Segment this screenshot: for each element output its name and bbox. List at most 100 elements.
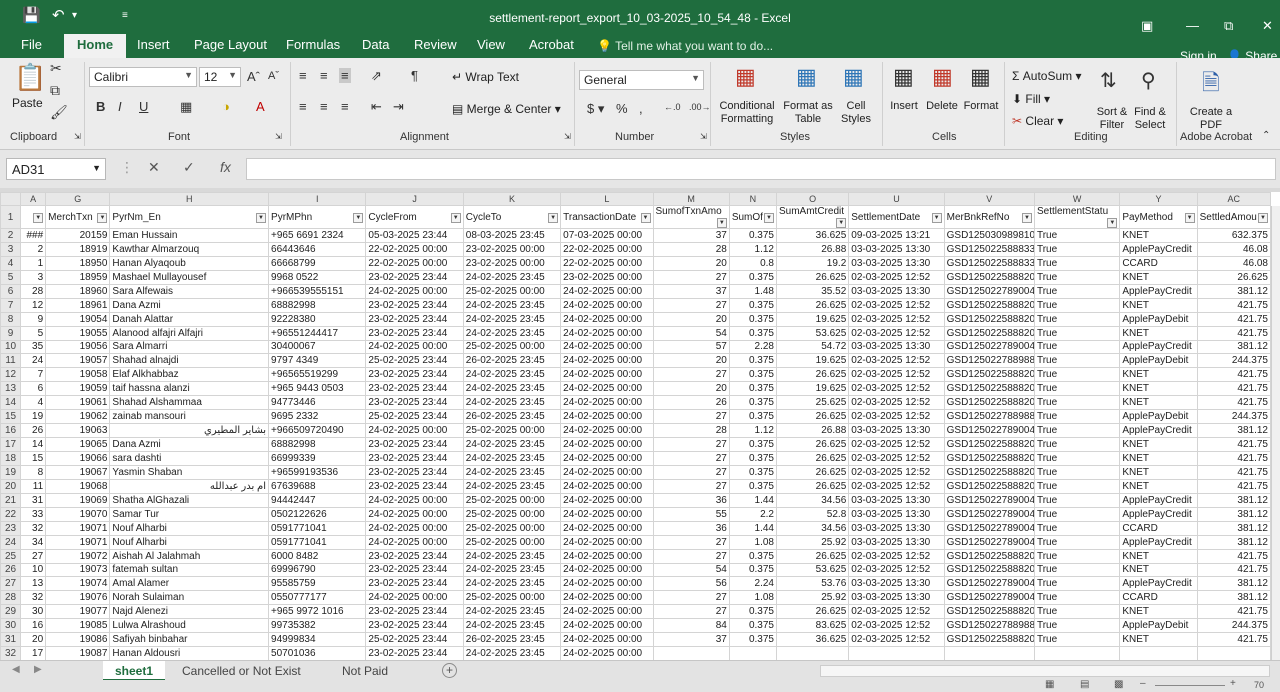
sheet-tab-sheet1[interactable]: sheet1 [103,661,166,681]
table-cell[interactable]: Danah Alattar [109,311,270,327]
table-cell[interactable]: 27 [652,464,730,480]
table-cell[interactable]: GSD1250225888201 [943,604,1035,620]
row-header[interactable]: 22 [0,506,22,522]
table-cell[interactable]: 28 [652,241,730,257]
table-cell[interactable]: 03-03-2025 13:30 [848,492,945,508]
table-cell[interactable]: 23-02-2025 23:44 [365,325,464,341]
table-cell[interactable]: 9 [20,311,47,327]
table-cell[interactable]: 23-02-2025 23:44 [365,562,464,578]
add-sheet-icon[interactable]: + [442,663,457,678]
tab-formulas[interactable]: Formulas [286,37,340,52]
row-header[interactable]: 21 [0,492,22,508]
table-cell[interactable]: 25.92 [775,590,850,606]
table-cell[interactable]: Najd Alenezi [109,604,270,620]
filter-dropdown-icon[interactable]: ▼ [1184,212,1195,223]
table-cell[interactable]: True [1033,409,1121,425]
table-cell[interactable]: 34 [20,534,47,550]
table-cell[interactable]: GSD1250227890049 [943,283,1035,299]
table-cell[interactable]: 23-02-2025 23:44 [365,618,464,634]
table-cell[interactable]: 2.2 [728,506,777,522]
table-cell[interactable]: True [1033,632,1121,648]
table-cell[interactable]: 5 [20,325,47,341]
table-cell[interactable]: 24-02-2025 00:00 [560,618,654,634]
table-cell[interactable]: 26 [20,423,47,439]
comma-icon[interactable]: , [639,101,643,116]
header-cell[interactable]: CycleTo ▼ [462,205,562,229]
tab-view[interactable]: View [477,37,505,52]
row-header[interactable]: 10 [0,339,22,355]
row-header[interactable]: 27 [0,576,22,592]
table-cell[interactable]: 02-03-2025 12:52 [848,381,945,397]
table-cell[interactable]: 20 [652,353,730,369]
table-cell[interactable]: 50701036 [268,646,367,660]
table-cell[interactable]: True [1033,269,1121,285]
table-cell[interactable]: 19068 [45,478,111,494]
table-cell[interactable]: 19071 [45,520,111,536]
table-cell[interactable]: +965 9972 1016 [268,604,367,620]
table-cell[interactable]: 23-02-2025 23:44 [365,548,464,564]
increase-decimal-icon[interactable]: ←.0 [664,102,681,112]
table-cell[interactable]: 46.08 [1196,255,1272,271]
table-cell[interactable]: 19074 [45,576,111,592]
table-cell[interactable]: 0.375 [728,228,777,243]
table-cell[interactable]: GSD1250225888338 [943,255,1035,271]
table-cell[interactable]: 8 [20,464,47,480]
row-header[interactable]: 4 [0,255,22,271]
table-cell[interactable]: 30400067 [268,339,367,355]
table-cell[interactable]: 26.88 [775,423,850,439]
table-cell[interactable]: True [1033,562,1121,578]
table-cell[interactable]: 421.75 [1196,367,1272,383]
table-cell[interactable]: Nouf Alharbi [109,520,270,536]
percent-icon[interactable]: % [616,101,628,116]
table-cell[interactable]: 35.52 [775,283,850,299]
table-cell[interactable]: 07-03-2025 00:00 [560,228,654,243]
table-cell[interactable] [775,646,850,660]
header-cell[interactable]: CycleFrom ▼ [365,205,464,229]
row-header[interactable]: 6 [0,283,22,299]
table-cell[interactable]: 24-02-2025 00:00 [560,283,654,299]
table-cell[interactable]: 4 [20,395,47,411]
name-box[interactable]: AD31 ▼ [6,158,106,180]
column-header[interactable]: O [775,192,850,206]
table-cell[interactable]: CCARD [1119,255,1198,271]
table-cell[interactable]: 23-02-2025 23:44 [365,381,464,397]
table-cell[interactable]: 19.625 [775,311,850,327]
table-cell[interactable]: True [1033,576,1121,592]
table-cell[interactable]: 25-02-2025 00:00 [462,283,562,299]
header-cell[interactable]: MerBnkRefNo ▼ [943,205,1035,229]
create-pdf-icon[interactable]: 🗎 [1202,66,1220,104]
table-cell[interactable]: 30 [20,604,47,620]
table-cell[interactable]: 28 [652,423,730,439]
row-header[interactable]: 17 [0,437,22,452]
cell-styles-button[interactable]: Cell Styles [836,100,876,126]
table-cell[interactable]: 03-03-2025 13:30 [848,506,945,522]
delete-cells-icon[interactable]: ▦ [932,64,953,90]
table-cell[interactable]: 34.56 [775,520,850,536]
table-cell[interactable]: 19 [20,409,47,425]
table-cell[interactable]: True [1033,325,1121,341]
table-cell[interactable]: 22-02-2025 00:00 [365,255,464,271]
table-cell[interactable]: 381.12 [1196,520,1272,536]
table-cell[interactable]: 26.625 [775,297,850,313]
table-cell[interactable]: sara dashti [109,451,270,466]
table-cell[interactable]: Kawthar Almarzouq [109,241,270,257]
table-cell[interactable]: KNET [1119,451,1198,466]
table-cell[interactable]: GSD1250227890049 [943,506,1035,522]
sort-filter-button[interactable]: Sort & Filter [1092,106,1132,132]
table-cell[interactable]: Shatha AlGhazali [109,492,270,508]
table-cell[interactable]: True [1033,423,1121,439]
table-cell[interactable]: +96551244417 [268,325,367,341]
table-cell[interactable]: 381.12 [1196,534,1272,550]
table-cell[interactable]: 2.28 [728,339,777,355]
table-cell[interactable]: 1.08 [728,590,777,606]
table-cell[interactable]: 15 [20,451,47,466]
table-cell[interactable]: 23-02-2025 23:44 [365,311,464,327]
table-cell[interactable]: 25-02-2025 00:00 [462,423,562,439]
table-cell[interactable]: 67639688 [268,478,367,494]
table-cell[interactable]: 03-03-2025 13:30 [848,339,945,355]
row-header[interactable]: 8 [0,311,22,327]
clear-button[interactable]: ✂ Clear ▾ [1012,115,1063,128]
table-cell[interactable]: 19085 [45,618,111,634]
text-direction-icon[interactable]: ¶ [411,68,418,83]
table-cell[interactable]: 25.625 [775,395,850,411]
